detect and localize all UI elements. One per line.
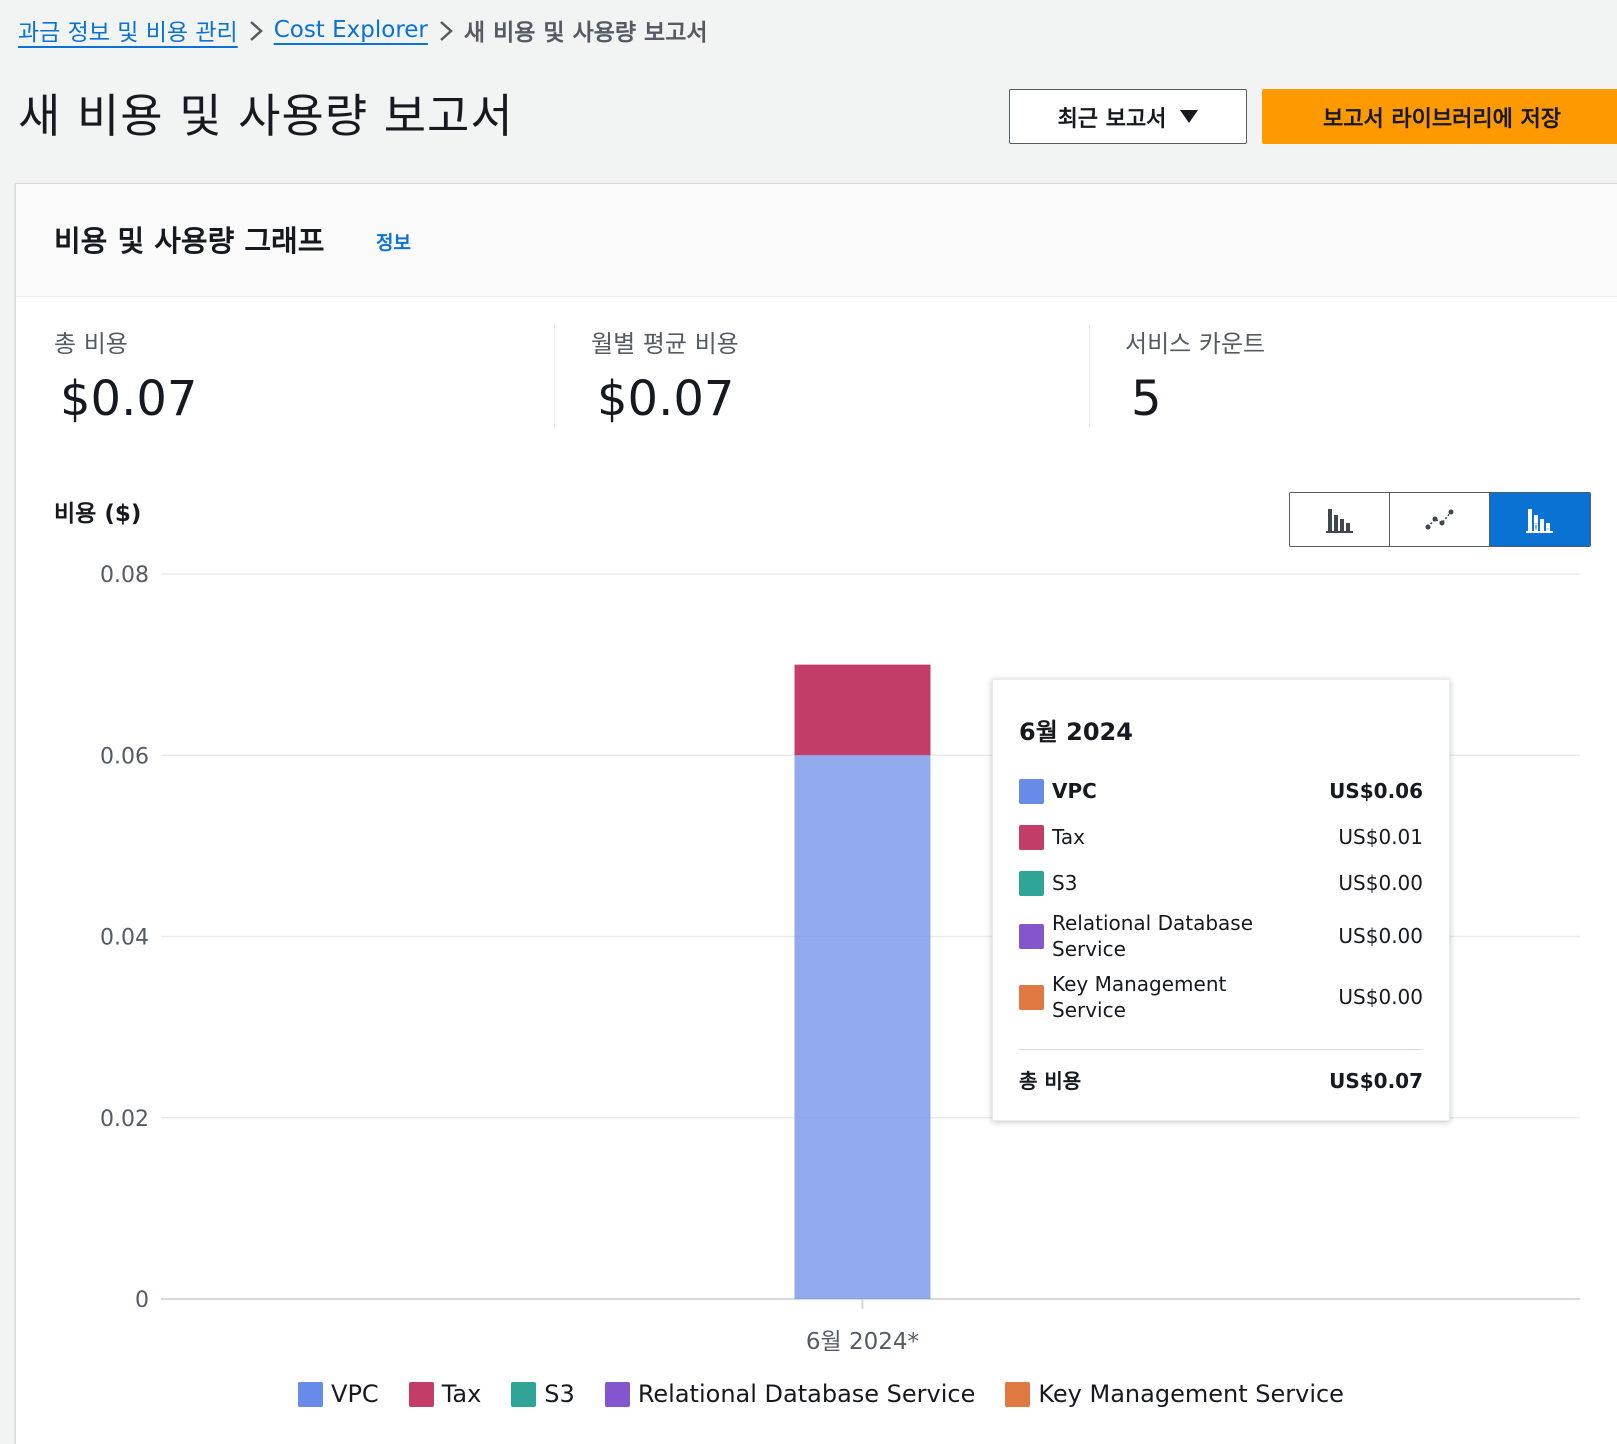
legend-item-tax[interactable]: Tax: [408, 1380, 482, 1408]
legend-swatch: [1019, 824, 1044, 850]
chart-tooltip: 6월 2024 VPC US$0.06 Tax US$0.01 S3 US$0.…: [992, 679, 1450, 1121]
legend-swatch: [1019, 984, 1044, 1010]
legend-swatch: [298, 1381, 324, 1407]
y-tick-label: 0.02: [100, 1107, 149, 1132]
legend-item-s3[interactable]: S3: [511, 1380, 575, 1408]
tooltip-total-label: 총 비용: [1019, 1069, 1082, 1093]
legend-swatch: [1019, 923, 1044, 949]
breadcrumb-current: 새 비용 및 사용량 보고서: [463, 20, 708, 46]
tooltip-row: S3 US$0.00: [1019, 870, 1423, 896]
y-tick-label: 0: [135, 1288, 149, 1313]
tooltip-row: Key Management Service US$0.00: [1019, 971, 1423, 1023]
page-title: 새 비용 및 사용량 보고서: [18, 89, 514, 143]
bar-segment-tax: [794, 664, 931, 756]
breadcrumb: 과금 정보 및 비용 관리 Cost Explorer 새 비용 및 사용량 보…: [18, 12, 708, 48]
chart-x-axis: 6월 2024*: [806, 1299, 919, 1355]
legend-swatch: [511, 1381, 537, 1407]
legend-label: Tax: [441, 1380, 482, 1408]
bar-segment-vpc: [794, 755, 931, 1299]
tooltip-row: VPC US$0.06: [1019, 778, 1423, 804]
breadcrumb-link-billing[interactable]: 과금 정보 및 비용 관리: [18, 13, 238, 47]
y-tick-label: 0.08: [100, 563, 149, 588]
legend-label: Key Management Service: [1038, 1380, 1344, 1408]
tooltip-row-name: S3: [1052, 871, 1078, 895]
caret-down-icon: [1180, 110, 1199, 123]
tooltip-row-name: Relational Database Service: [1052, 911, 1254, 961]
legend-swatch: [1005, 1381, 1031, 1407]
legend-label: VPC: [331, 1380, 379, 1408]
recent-reports-button[interactable]: 최근 보고서: [1009, 89, 1247, 144]
tooltip-row-value: US$0.00: [1338, 871, 1423, 895]
y-tick-label: 0.04: [100, 926, 149, 951]
recent-reports-label: 최근 보고서: [1057, 106, 1167, 132]
legend-swatch: [1019, 870, 1044, 896]
tooltip-total-value: US$0.07: [1329, 1069, 1423, 1093]
tooltip-row: Tax US$0.01: [1019, 824, 1423, 850]
chart-bars: [794, 664, 931, 1299]
breadcrumb-link-cost-explorer[interactable]: Cost Explorer: [274, 17, 428, 43]
tooltip-total-row: 총 비용 US$0.07: [1019, 1068, 1423, 1094]
chart-legend: VPC Tax S3 Relational Database Service K…: [16, 1380, 1617, 1408]
legend-item-vpc[interactable]: VPC: [298, 1380, 379, 1408]
legend-swatch: [1019, 778, 1044, 804]
tooltip-row-name: Tax: [1052, 825, 1085, 849]
x-tick-label: 6월 2024*: [806, 1329, 919, 1355]
chevron-right-icon: [238, 17, 274, 43]
legend-item-kms[interactable]: Key Management Service: [1005, 1380, 1344, 1408]
cost-usage-graph-panel: 비용 및 사용량 그래프 정보 총 비용 $0.07 월별 평균 비용 $0.0…: [15, 183, 1617, 1444]
tooltip-row-value: US$0.00: [1338, 985, 1423, 1009]
legend-item-rds[interactable]: Relational Database Service: [604, 1380, 976, 1408]
legend-label: Relational Database Service: [637, 1380, 976, 1408]
legend-swatch: [408, 1381, 434, 1407]
tooltip-divider: [1019, 1049, 1423, 1050]
chevron-right-icon: [428, 17, 464, 43]
tooltip-row: Relational Database Service US$0.00: [1019, 910, 1423, 962]
save-to-library-button[interactable]: 보고서 라이브러리에 저장: [1262, 89, 1617, 144]
tooltip-title: 6월 2024: [1019, 718, 1133, 746]
y-tick-label: 0.06: [100, 744, 149, 769]
legend-swatch: [604, 1381, 630, 1407]
tooltip-row-value: US$0.00: [1338, 924, 1423, 948]
tooltip-row-name: Key Management Service: [1052, 972, 1227, 1022]
legend-label: S3: [544, 1380, 575, 1408]
tooltip-row-value: US$0.06: [1329, 779, 1423, 803]
tooltip-row-value: US$0.01: [1338, 825, 1423, 849]
tooltip-row-name: VPC: [1052, 779, 1097, 803]
